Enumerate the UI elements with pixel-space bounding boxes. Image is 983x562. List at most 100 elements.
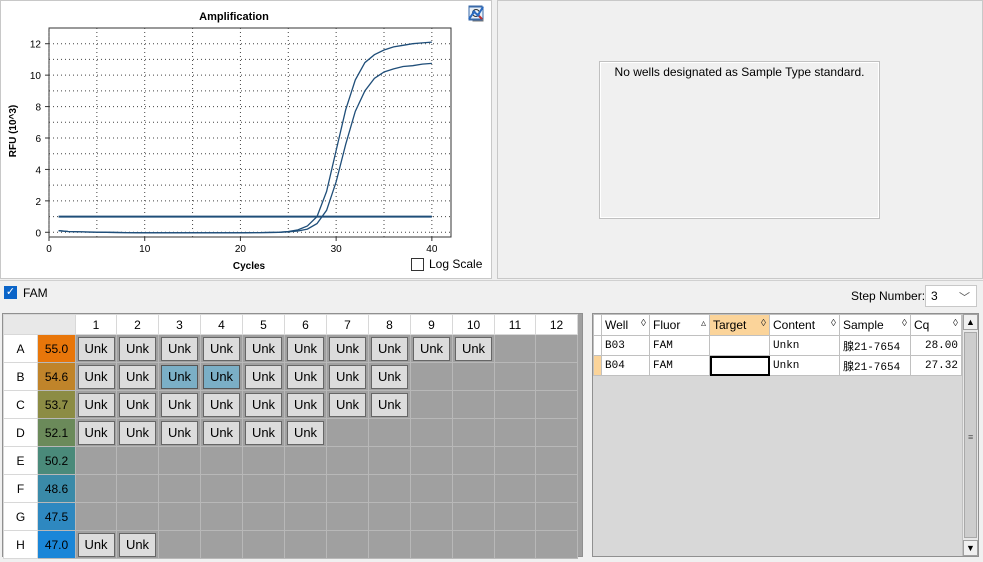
grid-cell-target[interactable] bbox=[709, 335, 770, 356]
grid-row[interactable]: B03 FAM Unkn 腺21-7654 28.00 bbox=[593, 335, 962, 356]
grid-column-header[interactable]: Cq ◊ bbox=[910, 314, 962, 336]
empty-well[interactable] bbox=[452, 502, 495, 531]
plate-well[interactable]: Unk bbox=[119, 364, 156, 389]
plate-row-header[interactable]: G bbox=[3, 502, 38, 531]
empty-well[interactable] bbox=[535, 530, 578, 559]
empty-well[interactable] bbox=[284, 502, 327, 531]
grid-cell-fluor[interactable]: FAM bbox=[649, 335, 710, 356]
plate-well[interactable]: Unk bbox=[413, 336, 450, 361]
vertical-scrollbar[interactable]: ▲ ≡ ▼ bbox=[962, 314, 978, 556]
plate-well[interactable]: Unk bbox=[245, 364, 282, 389]
empty-well[interactable] bbox=[368, 474, 411, 503]
empty-well[interactable] bbox=[410, 390, 453, 419]
grid-cell-well[interactable]: B04 bbox=[601, 355, 650, 376]
plate-row-header[interactable]: C bbox=[3, 390, 38, 419]
plate-well[interactable]: Unk bbox=[77, 420, 115, 445]
plate-row-header[interactable]: B bbox=[3, 362, 38, 391]
empty-well[interactable] bbox=[158, 446, 201, 475]
plate-well[interactable]: Unk bbox=[371, 392, 408, 417]
empty-well[interactable] bbox=[535, 446, 578, 475]
empty-well[interactable] bbox=[368, 418, 411, 447]
empty-well[interactable] bbox=[75, 446, 117, 475]
empty-well[interactable] bbox=[158, 502, 201, 531]
empty-well[interactable] bbox=[242, 530, 285, 559]
plate-well[interactable]: Unk bbox=[455, 336, 492, 361]
plate-row-header[interactable]: F bbox=[3, 474, 38, 503]
scroll-up-icon[interactable]: ▲ bbox=[963, 314, 978, 330]
grid-cell-cq[interactable]: 27.32 bbox=[910, 355, 962, 376]
empty-well[interactable] bbox=[242, 502, 285, 531]
grid-cell-sample[interactable]: 腺21-7654 bbox=[839, 355, 911, 376]
plate-column-header[interactable]: 8 bbox=[368, 314, 411, 335]
empty-well[interactable] bbox=[75, 502, 117, 531]
empty-well[interactable] bbox=[326, 474, 369, 503]
grid-cell-cq[interactable]: 28.00 bbox=[910, 335, 962, 356]
plate-well[interactable]: Unk bbox=[161, 364, 198, 389]
empty-well[interactable] bbox=[494, 530, 536, 559]
empty-well[interactable] bbox=[158, 474, 201, 503]
empty-well[interactable] bbox=[494, 390, 536, 419]
grid-column-header[interactable]: Well ◊ bbox=[601, 314, 650, 336]
amplification-chart[interactable]: 0 10 20 30 40024681012 Amplification Cycles … bbox=[1, 1, 493, 280]
empty-well[interactable] bbox=[368, 502, 411, 531]
empty-well[interactable] bbox=[326, 446, 369, 475]
plate-well[interactable]: Unk bbox=[203, 336, 240, 361]
empty-well[interactable] bbox=[452, 418, 495, 447]
plate-well[interactable]: Unk bbox=[329, 364, 366, 389]
trace-styles-icon[interactable] bbox=[467, 6, 487, 116]
plate-well[interactable]: Unk bbox=[77, 532, 115, 557]
plate-column-header[interactable]: 6 bbox=[284, 314, 327, 335]
sort-icon[interactable]: ◊ bbox=[902, 318, 907, 329]
empty-well[interactable] bbox=[410, 474, 453, 503]
plate-well[interactable]: Unk bbox=[77, 392, 115, 417]
empty-well[interactable] bbox=[535, 362, 578, 391]
plate-row-header[interactable]: E bbox=[3, 446, 38, 475]
empty-well[interactable] bbox=[326, 530, 369, 559]
grid-cell-well[interactable]: B03 bbox=[601, 335, 650, 356]
empty-well[interactable] bbox=[494, 418, 536, 447]
plate-well[interactable]: Unk bbox=[77, 364, 115, 389]
empty-well[interactable] bbox=[494, 474, 536, 503]
plate-well[interactable]: Unk bbox=[161, 392, 198, 417]
plate-column-header[interactable]: 3 bbox=[158, 314, 201, 335]
scroll-down-icon[interactable]: ▼ bbox=[963, 540, 978, 556]
grid-corner[interactable] bbox=[593, 314, 602, 336]
plate-column-header[interactable]: 7 bbox=[326, 314, 369, 335]
empty-well[interactable] bbox=[284, 446, 327, 475]
empty-well[interactable] bbox=[494, 334, 536, 363]
plate-row-header[interactable]: A bbox=[3, 334, 38, 363]
plate-well[interactable]: Unk bbox=[203, 420, 240, 445]
empty-well[interactable] bbox=[200, 502, 243, 531]
plate-column-header[interactable]: 11 bbox=[494, 314, 536, 335]
empty-well[interactable] bbox=[242, 446, 285, 475]
chart-type-icon[interactable] bbox=[467, 8, 487, 47]
grid-row[interactable]: B04 FAM Unkn 腺21-7654 27.32 bbox=[593, 355, 962, 376]
empty-well[interactable] bbox=[116, 446, 159, 475]
plate-well[interactable]: Unk bbox=[329, 392, 366, 417]
empty-well[interactable] bbox=[410, 502, 453, 531]
empty-well[interactable] bbox=[410, 530, 453, 559]
plate-well[interactable]: Unk bbox=[245, 336, 282, 361]
empty-well[interactable] bbox=[410, 446, 453, 475]
empty-well[interactable] bbox=[494, 446, 536, 475]
row-selector[interactable] bbox=[593, 355, 602, 376]
row-selector[interactable] bbox=[593, 335, 602, 356]
empty-well[interactable] bbox=[200, 530, 243, 559]
plate-well[interactable]: Unk bbox=[329, 336, 366, 361]
grid-cell-fluor[interactable]: FAM bbox=[649, 355, 710, 376]
plate-well[interactable]: Unk bbox=[371, 364, 408, 389]
empty-well[interactable] bbox=[116, 502, 159, 531]
grid-column-header[interactable]: Sample ◊ bbox=[839, 314, 911, 336]
log-scale-toggle[interactable]: Log Scale bbox=[411, 257, 482, 271]
plate-row-header[interactable]: D bbox=[3, 418, 38, 447]
grid-cell-sample[interactable]: 腺21-7654 bbox=[839, 335, 911, 356]
export-icon[interactable] bbox=[467, 5, 487, 70]
empty-well[interactable] bbox=[410, 418, 453, 447]
grid-cell-target[interactable] bbox=[709, 355, 770, 376]
scrollbar-thumb[interactable]: ≡ bbox=[964, 332, 977, 538]
empty-well[interactable] bbox=[452, 530, 495, 559]
plate-well[interactable]: Unk bbox=[371, 336, 408, 361]
empty-well[interactable] bbox=[494, 362, 536, 391]
empty-well[interactable] bbox=[116, 474, 159, 503]
zoom-chart-icon[interactable] bbox=[467, 6, 487, 93]
